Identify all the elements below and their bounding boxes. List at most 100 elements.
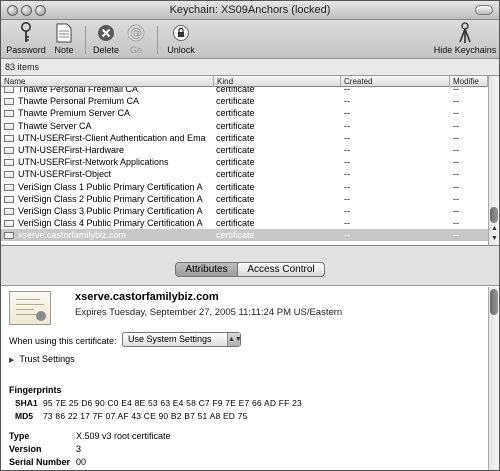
- popup-arrows-icon: ▲▼: [227, 333, 242, 346]
- cell-name: Thawte Personal Premium CA: [18, 96, 140, 107]
- column-header-kind[interactable]: Kind: [214, 76, 341, 87]
- cell-created: --: [344, 193, 350, 204]
- table-row[interactable]: UTN-USERFirst-Object certificate -- --: [1, 168, 488, 180]
- note-button-label: Note: [54, 45, 74, 55]
- certificate-row-icon: [4, 208, 14, 215]
- cell-created: --: [344, 120, 350, 131]
- cell-modified: --: [453, 206, 459, 216]
- detail-tabs: Attributes Access Control: [175, 262, 325, 277]
- cell-created: --: [344, 206, 350, 216]
- go-button[interactable]: @ Go: [113, 21, 159, 55]
- scroll-up-arrow-icon[interactable]: ▲: [490, 224, 499, 233]
- note-button[interactable]: Note: [41, 21, 87, 55]
- list-scrollbar[interactable]: ▲ ▼: [488, 76, 499, 245]
- certificate-row-icon: [4, 232, 14, 240]
- hide-keychains-button[interactable]: Hide Keychains: [433, 21, 497, 55]
- table-row[interactable]: xserve.castorfamilybiz.com certificate -- -…: [1, 229, 488, 242]
- at-sign-icon: @: [113, 21, 159, 45]
- type-label: Type: [9, 431, 30, 441]
- disclosure-triangle-icon[interactable]: ▶: [9, 356, 14, 364]
- cell-modified: --: [453, 120, 459, 131]
- table-row[interactable]: Thawte Personal Freemail CA certificate --…: [1, 87, 488, 95]
- trust-settings-disclosure[interactable]: ▶ Trust Settings: [9, 354, 75, 364]
- column-header-modified[interactable]: Modifie: [450, 76, 488, 87]
- version-value: 3: [76, 444, 82, 454]
- trust-setting-popup[interactable]: Use System Settings ▲▼: [122, 332, 242, 347]
- cell-name: VeriSign Class 4 Public Primary Certific…: [18, 218, 203, 229]
- table-row[interactable]: UTN-USERFirst-Network Applications certif…: [1, 156, 488, 168]
- certificate-row-icon: [4, 134, 14, 142]
- unlock-button[interactable]: Unlock: [158, 21, 204, 55]
- cell-kind: certificate: [216, 218, 255, 229]
- toolbar: Password Note Delete @ Go Unlock Hide Ke…: [1, 20, 499, 59]
- fingerprints-heading: Fingerprints: [9, 385, 62, 395]
- certificate-row-icon: [4, 87, 14, 93]
- hide-keychains-button-label: Hide Keychains: [433, 45, 497, 55]
- cell-modified: --: [453, 157, 459, 168]
- unlock-button-label: Unlock: [167, 45, 195, 55]
- detail-scrollbar[interactable]: [488, 287, 499, 470]
- cell-name: xserve.castorfamilybiz.com: [18, 230, 127, 241]
- certificate-expiry: Expires Tuesday, September 27, 2005 11:1…: [75, 307, 343, 318]
- cell-modified: --: [453, 193, 459, 204]
- go-button-label: Go: [129, 45, 142, 55]
- cell-modified: --: [453, 96, 459, 107]
- certificate-row-icon: [4, 171, 14, 179]
- table-row[interactable]: Thawte Premium Server CA certificate -- --: [1, 107, 488, 119]
- version-label: Version: [9, 444, 42, 454]
- cell-kind: certificate: [216, 181, 255, 192]
- tab-access-control[interactable]: Access Control: [238, 263, 324, 276]
- table-row[interactable]: VeriSign Class 4 Public Primary Certific…: [1, 217, 488, 229]
- cell-created: --: [344, 87, 350, 94]
- cell-created: --: [344, 145, 350, 155]
- serial-number-value: 00: [76, 457, 87, 467]
- md5-label: MD5: [15, 411, 33, 421]
- certificate-row-icon: [4, 220, 14, 228]
- cell-created: --: [344, 169, 350, 180]
- sha1-label: SHA1: [15, 398, 38, 408]
- note-icon: [41, 21, 87, 45]
- list-scrollbar-thumb[interactable]: [490, 207, 498, 223]
- cell-modified: --: [453, 108, 459, 119]
- table-row[interactable]: Thawte Personal Premium CA certificate -- -…: [1, 95, 488, 107]
- cell-kind: certificate: [216, 87, 255, 94]
- cell-name: Thawte Premium Server CA: [18, 108, 131, 119]
- certificate-name: xserve.castorfamilybiz.com: [75, 291, 219, 303]
- keychain-icon: [433, 21, 497, 45]
- certificate-row-icon: [4, 147, 14, 154]
- keychain-items-list: Thawte Personal Freemail CA certificate --…: [1, 87, 488, 245]
- cell-created: --: [344, 108, 350, 119]
- cell-name: UTN-USERFirst-Object: [18, 169, 112, 180]
- table-row[interactable]: VeriSign Class 1 Public Primary Certific…: [1, 181, 488, 193]
- table-row[interactable]: Thawte Server CA certificate -- --: [1, 120, 488, 132]
- table-row[interactable]: UTN-USERFirst-Hardware certificate -- --: [1, 144, 488, 156]
- cell-kind: certificate: [216, 230, 255, 241]
- cell-modified: --: [453, 218, 459, 229]
- item-count: 83 items: [5, 62, 40, 72]
- certificate-icon: [9, 291, 51, 325]
- scroll-down-arrow-icon[interactable]: ▼: [490, 234, 499, 243]
- lock-icon: [158, 21, 204, 45]
- certificate-row-icon: [4, 122, 14, 130]
- trust-setting-value: Use System Settings: [128, 334, 212, 344]
- table-row[interactable]: VeriSign Class 2 Public Primary Certific…: [1, 193, 488, 205]
- certificate-row-icon: [4, 110, 14, 118]
- column-header-name[interactable]: Name: [1, 76, 214, 87]
- tab-attributes[interactable]: Attributes: [176, 263, 238, 276]
- certificate-row-icon: [4, 195, 14, 203]
- cell-kind: certificate: [216, 132, 255, 143]
- table-row[interactable]: UTN-USERFirst-Client Authentication and …: [1, 132, 488, 144]
- cell-created: --: [344, 132, 350, 143]
- toolbar-toggle-button[interactable]: [475, 5, 493, 15]
- certificate-detail-pane: xserve.castorfamilybiz.com Expires Tuesd…: [1, 287, 488, 470]
- table-row[interactable]: VeriSign Class 3 Public Primary Certific…: [1, 205, 488, 217]
- cell-kind: certificate: [216, 157, 255, 168]
- cell-modified: --: [453, 145, 459, 155]
- detail-scrollbar-thumb[interactable]: [490, 289, 498, 315]
- svg-text:@: @: [130, 26, 142, 40]
- cell-modified: --: [453, 132, 459, 143]
- cell-name: Thawte Personal Freemail CA: [18, 87, 139, 94]
- column-header-created[interactable]: Created: [341, 76, 450, 87]
- window-title: Keychain: XS09Anchors (locked): [169, 4, 331, 16]
- list-header: Name Kind Created Modifie: [1, 76, 488, 87]
